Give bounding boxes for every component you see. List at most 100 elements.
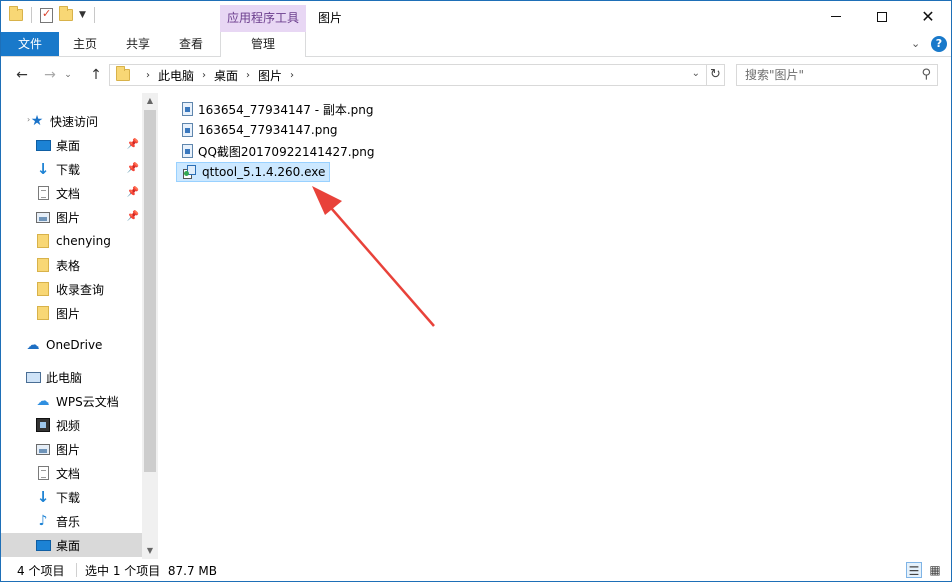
- pin-icon[interactable]: 📌: [127, 139, 139, 150]
- back-arrow-icon[interactable]: ←: [13, 66, 31, 84]
- sidebar-item-label: 此电脑: [46, 370, 83, 385]
- refresh-icon[interactable]: ↻: [707, 64, 725, 86]
- exe-file-icon: [183, 164, 197, 180]
- search-icon[interactable]: ⚲: [921, 67, 931, 82]
- search-box[interactable]: ⚲: [736, 64, 938, 86]
- quick-access-toolbar: ▼: [9, 6, 97, 23]
- file-name: 163654_77934147 - 副本.png: [198, 102, 374, 117]
- file-list: 163654_77934147 - 副本.png 163654_77934147…: [159, 93, 951, 559]
- file-name: QQ截图20170922141427.png: [198, 144, 375, 159]
- properties-icon[interactable]: [40, 7, 53, 23]
- file-item[interactable]: QQ截图20170922141427.png: [176, 141, 378, 161]
- sidebar-item-label: 快速访问: [50, 114, 99, 129]
- address-bar[interactable]: › 此电脑 › 桌面 › 图片 › ⌄: [109, 64, 707, 86]
- sidebar-item-spreadsheets[interactable]: 表格: [1, 253, 142, 277]
- breadcrumb-chevron-icon[interactable]: ›: [246, 70, 250, 81]
- breadcrumb-chevron-icon[interactable]: ›: [146, 70, 150, 81]
- document-icon: [35, 185, 51, 201]
- sidebar-item-documents-pinned[interactable]: 文档 📌: [1, 181, 142, 205]
- cloud-icon: ☁: [26, 337, 40, 353]
- sidebar-item-this-pc[interactable]: 此电脑: [1, 365, 142, 389]
- folder-icon: [9, 6, 23, 21]
- breadcrumb-desktop[interactable]: 桌面: [214, 67, 238, 84]
- sidebar-item-label: OneDrive: [46, 338, 103, 352]
- folder-icon: [35, 233, 51, 249]
- sidebar-item-label: 收录查询: [56, 282, 105, 297]
- breadcrumb-chevron-icon[interactable]: ›: [290, 70, 294, 81]
- pin-icon[interactable]: 📌: [127, 187, 139, 198]
- sidebar-item-desktop-pinned[interactable]: 桌面 📌: [1, 133, 142, 157]
- video-icon: [35, 417, 51, 433]
- folder-icon: [35, 305, 51, 321]
- sidebar-item-pictures[interactable]: 图片: [1, 437, 142, 461]
- music-icon: ♪: [38, 513, 48, 529]
- help-icon[interactable]: ?: [931, 36, 947, 52]
- sidebar-item-label: 图片: [56, 306, 81, 321]
- annotation-arrow-shaft: [324, 200, 435, 327]
- scrollbar-thumb[interactable]: [144, 110, 156, 472]
- sidebar-item-pictures-folder[interactable]: 图片: [1, 301, 142, 325]
- sidebar-item-label: 音乐: [56, 514, 81, 529]
- details-view-icon[interactable]: ☰: [906, 562, 922, 578]
- sidebar-item-documents[interactable]: 文档: [1, 461, 142, 485]
- sidebar-item-label: 文档: [56, 186, 81, 201]
- sidebar-item-label: WPS云文档: [56, 394, 119, 409]
- download-icon: ↓: [36, 488, 50, 506]
- computer-icon: [25, 369, 41, 385]
- tab-share[interactable]: 共享: [113, 32, 163, 56]
- minimize-icon: [831, 16, 841, 17]
- breadcrumb-pictures[interactable]: 图片: [258, 67, 282, 84]
- file-name: 163654_77934147.png: [198, 123, 338, 137]
- minimize-button[interactable]: [813, 1, 859, 32]
- sidebar-item-label: 下载: [56, 162, 81, 177]
- sidebar-item-onedrive[interactable]: ☁ OneDrive: [1, 333, 142, 357]
- breadcrumb-this-pc[interactable]: 此电脑: [158, 67, 194, 84]
- sidebar-item-label: 图片: [56, 442, 81, 457]
- large-icons-view-icon[interactable]: ▦: [927, 562, 943, 578]
- sidebar-item-downloads[interactable]: ↓ 下载: [1, 485, 142, 509]
- file-item[interactable]: 163654_77934147 - 副本.png: [176, 99, 378, 119]
- sidebar-item-downloads-pinned[interactable]: ↓ 下载 📌: [1, 157, 142, 181]
- forward-arrow-icon[interactable]: →: [41, 66, 59, 84]
- file-item[interactable]: 163654_77934147.png: [176, 120, 342, 140]
- close-button[interactable]: ✕: [905, 1, 951, 32]
- tab-view[interactable]: 查看: [165, 32, 217, 56]
- recent-locations-chevron-icon[interactable]: ⌄: [63, 66, 73, 84]
- star-icon: ★: [30, 113, 44, 129]
- explorer-window: ▼ 应用程序工具 图片 ✕ 文件 主页 共享 查看 管理 ⌄ ? ← → ⌄ ↑…: [0, 0, 952, 582]
- pin-icon[interactable]: 📌: [127, 163, 139, 174]
- sidebar-item-wps-cloud[interactable]: ☁ WPS云文档: [1, 389, 142, 413]
- breadcrumb-chevron-icon[interactable]: ›: [202, 70, 206, 81]
- maximize-button[interactable]: [859, 1, 905, 32]
- tab-file[interactable]: 文件: [1, 32, 59, 56]
- sidebar-item-quick-access[interactable]: ★ 快速访问: [1, 109, 142, 133]
- scroll-up-icon[interactable]: ▲: [142, 93, 158, 109]
- scroll-down-icon[interactable]: ▼: [142, 543, 158, 559]
- search-input[interactable]: [737, 65, 907, 85]
- sidebar-item-index-query[interactable]: 收录查询: [1, 277, 142, 301]
- folder-icon: [35, 281, 51, 297]
- sidebar-item-videos[interactable]: 视频: [1, 413, 142, 437]
- sidebar-item-music[interactable]: ♪ 音乐: [1, 509, 142, 533]
- toolbar-divider: [31, 7, 32, 23]
- navigation-pane: › ★ 快速访问 桌面 📌 ↓ 下载 📌 文档 📌 图片 📌 chenying: [1, 93, 158, 559]
- tab-home[interactable]: 主页: [61, 32, 109, 56]
- sidebar-item-chenying[interactable]: chenying: [1, 229, 142, 253]
- sidebar-item-pictures-pinned[interactable]: 图片 📌: [1, 205, 142, 229]
- up-arrow-icon[interactable]: ↑: [87, 66, 105, 84]
- status-bar: 4 个项目 选中 1 个项目 87.7 MB ☰ ▦: [1, 559, 951, 581]
- sidebar-scrollbar[interactable]: ▲ ▼: [142, 93, 158, 559]
- tab-manage[interactable]: 管理: [220, 32, 306, 57]
- pin-icon[interactable]: 📌: [127, 211, 139, 222]
- sidebar-item-label: 桌面: [56, 538, 81, 553]
- sidebar-item-label: 图片: [56, 210, 81, 225]
- expand-ribbon-chevron-icon[interactable]: ⌄: [911, 37, 920, 50]
- new-folder-icon[interactable]: [59, 6, 73, 21]
- sidebar-item-desktop[interactable]: 桌面: [1, 533, 142, 557]
- address-history-dropdown-icon[interactable]: ⌄: [692, 68, 700, 79]
- download-icon: ↓: [36, 160, 50, 178]
- maximize-icon: [877, 11, 887, 22]
- file-item-selected[interactable]: qttool_5.1.4.260.exe: [176, 162, 331, 182]
- customize-toolbar-dropdown-icon[interactable]: ▼: [79, 10, 86, 20]
- navigation-bar: ← → ⌄ ↑ › 此电脑 › 桌面 › 图片 › ⌄ ↻ ⚲: [1, 58, 951, 92]
